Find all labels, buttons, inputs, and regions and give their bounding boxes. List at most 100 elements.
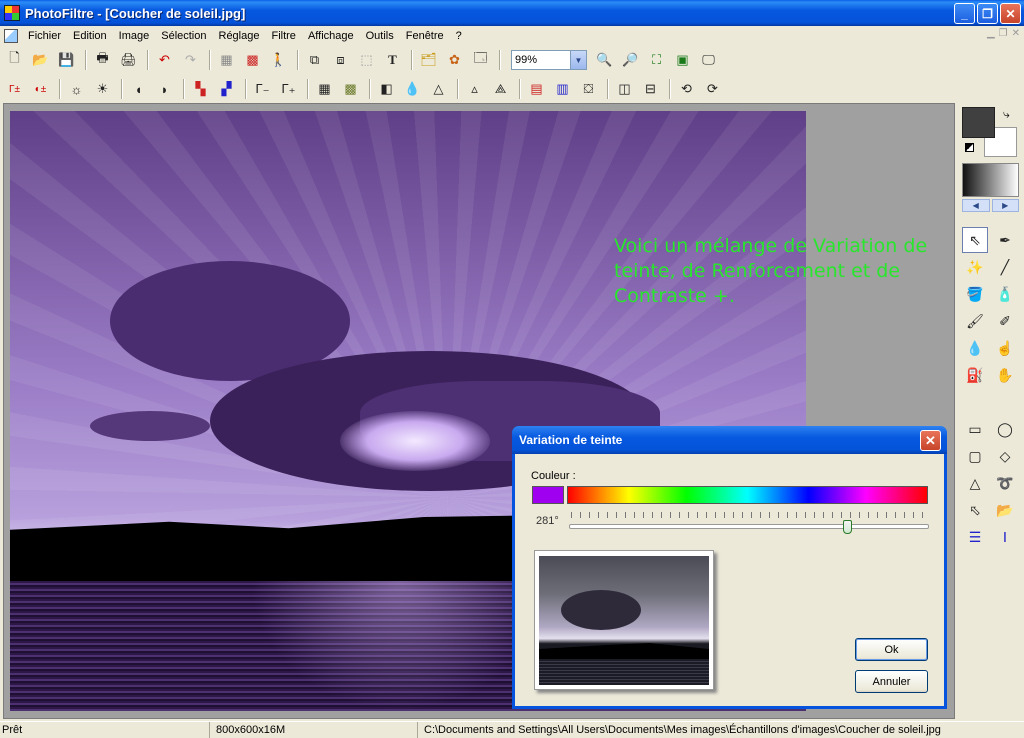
color-grid-icon[interactable]: ▩: [241, 49, 264, 72]
zoom-out-icon[interactable]: 🔎: [619, 49, 642, 72]
ok-button[interactable]: Ok: [855, 638, 928, 661]
window-icon[interactable]: 🗔: [469, 49, 492, 72]
mosaic-icon[interactable]: ▦: [313, 78, 336, 101]
auto-contrast-icon[interactable]: ◐±: [29, 78, 52, 101]
minimize-button[interactable]: _: [954, 3, 975, 24]
lasso-icon[interactable]: ➰: [992, 470, 1018, 496]
reset-colors-icon[interactable]: [965, 143, 974, 152]
gradient-icon[interactable]: ▤: [525, 78, 548, 101]
flip-vertical-icon[interactable]: ⊟: [639, 78, 662, 101]
hand-icon[interactable]: ✋: [992, 362, 1018, 388]
polygon-icon[interactable]: ⬁: [962, 497, 988, 523]
menu-image[interactable]: Image: [113, 30, 156, 42]
menu-selection[interactable]: Sélection: [155, 30, 212, 42]
app-icon[interactable]: [4, 5, 20, 21]
rectangle-icon[interactable]: ▭: [962, 416, 988, 442]
dialog-close-icon[interactable]: ✕: [920, 430, 941, 451]
text-tool-icon[interactable]: T: [381, 49, 404, 72]
rotate-left-icon[interactable]: ⟲: [675, 78, 698, 101]
explorer-icon[interactable]: 🗂: [417, 49, 440, 72]
cancel-button[interactable]: Annuler: [855, 670, 928, 693]
doc-minimize-icon[interactable]: ▁: [987, 28, 995, 39]
sharpen-icon[interactable]: △: [427, 78, 450, 101]
gamma-plus-icon[interactable]: Γ₊: [277, 78, 300, 101]
line-tool-icon[interactable]: ╱: [992, 254, 1018, 280]
blur-icon[interactable]: 💧: [401, 78, 424, 101]
print-icon[interactable]: 🖶: [91, 49, 114, 72]
rotate-right-icon[interactable]: ⟳: [701, 78, 724, 101]
doc-close-icon[interactable]: ✕: [1012, 28, 1020, 39]
fill-bucket-icon[interactable]: 🪣: [962, 281, 988, 307]
foreground-color[interactable]: [962, 107, 995, 138]
chevron-right-icon[interactable]: ▶: [991, 199, 1019, 212]
menu-reglage[interactable]: Réglage: [213, 30, 266, 42]
new-file-icon[interactable]: 🗋: [3, 49, 26, 72]
swap-colors-icon[interactable]: ⤷: [1003, 107, 1010, 122]
menu-filtre[interactable]: Filtre: [265, 30, 301, 42]
triangle-icon[interactable]: ▵: [463, 78, 486, 101]
zoom-in-icon[interactable]: 🔍: [593, 49, 616, 72]
stamp-icon[interactable]: ⛽: [962, 362, 988, 388]
open-folder-icon[interactable]: 📂: [29, 49, 52, 72]
plugin-icon[interactable]: ✿: [443, 49, 466, 72]
triangle-outline-icon[interactable]: ⟁: [489, 78, 512, 101]
flip-horizontal-icon[interactable]: ◫: [613, 78, 636, 101]
brightness-minus-icon[interactable]: ☼: [65, 78, 88, 101]
transparency-icon[interactable]: ▦: [215, 49, 238, 72]
pointer-tool-icon[interactable]: ⇖: [962, 227, 988, 253]
redo-icon[interactable]: ↷: [179, 49, 202, 72]
auto-levels-icon[interactable]: Γ±: [3, 78, 26, 101]
document-icon[interactable]: [4, 28, 18, 43]
menu-fenetre[interactable]: Fenêtre: [400, 30, 450, 42]
menu-affichage[interactable]: Affichage: [302, 30, 360, 42]
menu-outils[interactable]: Outils: [360, 30, 400, 42]
exit-icon[interactable]: 🚶: [267, 49, 290, 72]
close-button[interactable]: ✕: [1000, 3, 1021, 24]
scan-icon[interactable]: 🖨: [117, 49, 140, 72]
contrast-plus-icon[interactable]: ◗: [153, 78, 176, 101]
gradient-preview[interactable]: [962, 163, 1019, 197]
maximize-button[interactable]: ❐: [977, 3, 998, 24]
frame-icon[interactable]: ▥: [551, 78, 574, 101]
doc-restore-icon[interactable]: ❐: [999, 28, 1008, 39]
blur-drop-icon[interactable]: 💧: [962, 335, 988, 361]
texture-fx-icon[interactable]: ⛋: [577, 78, 600, 101]
undo-icon[interactable]: ↶: [153, 49, 176, 72]
contrast-minus-icon[interactable]: ◖: [127, 78, 150, 101]
saturation-minus-icon[interactable]: ▚: [189, 78, 212, 101]
brightness-plus-icon[interactable]: ☀: [91, 78, 114, 101]
menu-fichier[interactable]: Fichier: [22, 30, 67, 42]
menu-edition[interactable]: Edition: [67, 30, 113, 42]
magic-wand-icon[interactable]: ✨: [962, 254, 988, 280]
texture-icon[interactable]: ▩: [339, 78, 362, 101]
brush-icon[interactable]: 🖌: [962, 308, 988, 334]
fit-window-icon[interactable]: ▣: [671, 49, 694, 72]
load-shape-icon[interactable]: 📂: [992, 497, 1018, 523]
zoom-select[interactable]: 99% ▼: [511, 50, 587, 70]
ellipse-icon[interactable]: ◯: [992, 416, 1018, 442]
fullscreen-icon[interactable]: 🖵: [697, 49, 720, 72]
text-cursor-icon[interactable]: Ⅰ: [992, 524, 1018, 550]
actual-size-icon[interactable]: ⛶: [645, 49, 668, 72]
image-size-icon[interactable]: ⧉: [303, 49, 326, 72]
eyedropper-icon[interactable]: ✒: [992, 227, 1018, 253]
chevron-left-icon[interactable]: ◀: [962, 199, 990, 212]
advanced-brush-icon[interactable]: ✐: [992, 308, 1018, 334]
grayscale-icon[interactable]: ◧: [375, 78, 398, 101]
canvas-size-icon[interactable]: ⧈: [329, 49, 352, 72]
smudge-icon[interactable]: ☝: [992, 335, 1018, 361]
hue-slider-thumb[interactable]: [842, 520, 852, 534]
window-title: PhotoFiltre - [Coucher de soleil.jpg]: [25, 5, 246, 21]
selection-icon[interactable]: ⬚: [355, 49, 378, 72]
selection-mode-icon[interactable]: ☰: [962, 524, 988, 550]
save-icon[interactable]: 💾: [55, 49, 78, 72]
rounded-rect-icon[interactable]: ▢: [962, 443, 988, 469]
diamond-icon[interactable]: ◇: [992, 443, 1018, 469]
saturation-plus-icon[interactable]: ▞: [215, 78, 238, 101]
menu-help[interactable]: ?: [450, 30, 468, 42]
hue-slider-track[interactable]: [569, 524, 929, 529]
chevron-down-icon[interactable]: ▼: [570, 51, 586, 69]
spray-icon[interactable]: 🧴: [992, 281, 1018, 307]
triangle-shape-icon[interactable]: △: [962, 470, 988, 496]
gamma-minus-icon[interactable]: Γ₋: [251, 78, 274, 101]
